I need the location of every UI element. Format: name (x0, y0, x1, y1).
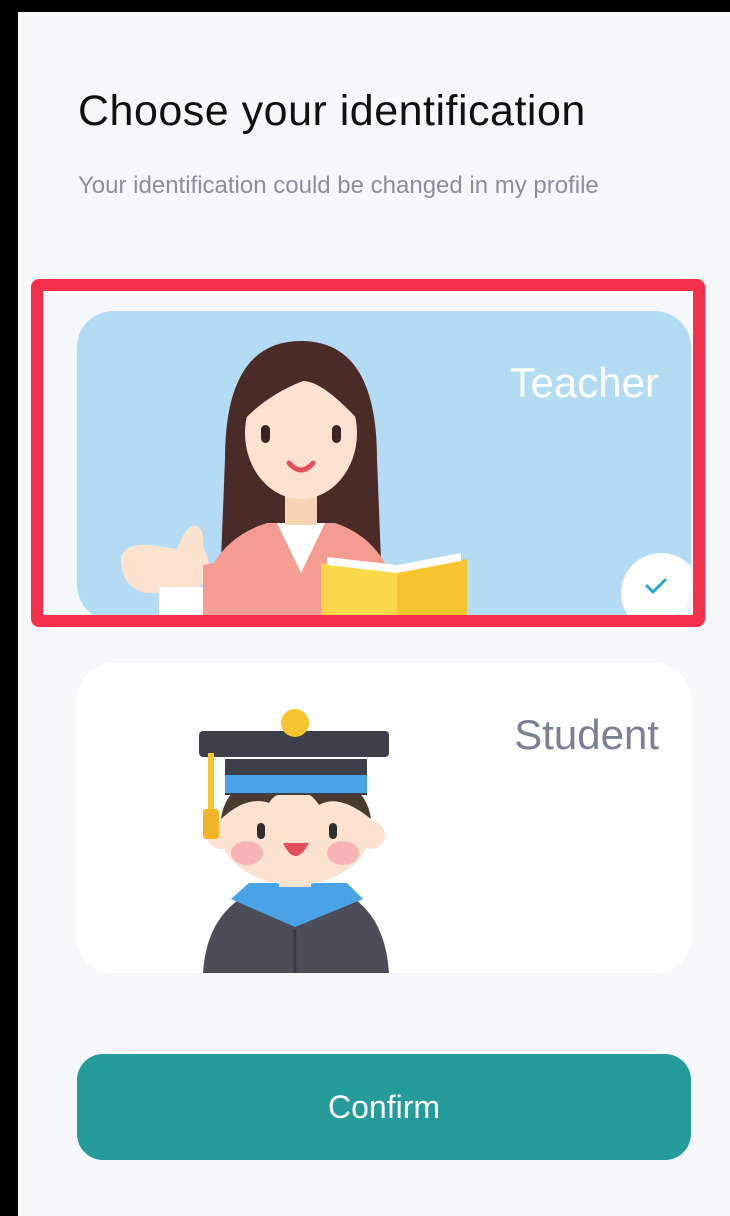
page-subtitle: Your identification could be changed in … (78, 172, 599, 199)
teacher-option-card[interactable]: Teacher (77, 311, 691, 621)
page-title: Choose your identification (78, 87, 586, 135)
student-illustration-icon (199, 709, 389, 973)
selected-check-icon (621, 553, 691, 621)
student-label: Student (514, 711, 659, 758)
confirm-button[interactable]: Confirm (77, 1054, 691, 1160)
identification-screen: Choose your identification Your identifi… (18, 12, 730, 1216)
teacher-illustration-icon (121, 341, 467, 621)
teacher-label: Teacher (509, 359, 659, 406)
student-option-card[interactable]: Student (77, 663, 691, 973)
